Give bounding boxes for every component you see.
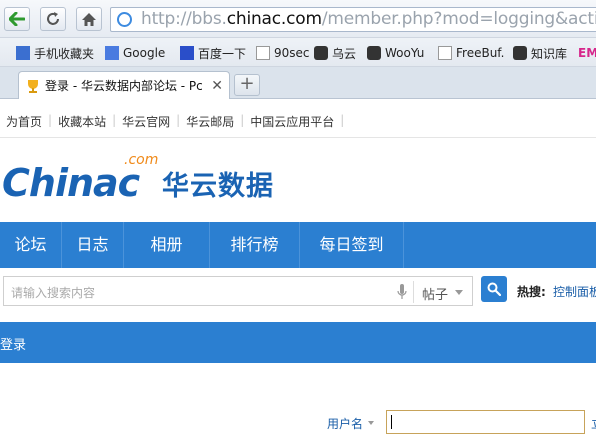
- back-button[interactable]: [4, 7, 30, 31]
- link-separator: |: [340, 113, 345, 127]
- active-tab[interactable]: 登录 - 华云数据内部论坛 - Pc ✕: [18, 71, 230, 99]
- main-navigation: 论坛 日志 相册 排行榜 每日签到: [0, 222, 596, 268]
- bookmark-item[interactable]: WooYu: [367, 44, 424, 62]
- chevron-down-icon[interactable]: [368, 421, 374, 425]
- logo-chinese-name: 华云数据: [162, 171, 274, 202]
- bookmark-item[interactable]: 手机收藏夹: [16, 44, 94, 62]
- header-logo-area: Chinac .com 华云数据: [0, 139, 596, 222]
- home-icon: [82, 12, 96, 26]
- bookmark-label: FreeBuf.: [456, 46, 505, 60]
- baidu-paw-icon: [180, 46, 194, 60]
- bookmark-label: 百度一下: [198, 46, 247, 61]
- browser-toolbar: http://bbs.chinac.com/member.php?mod=log…: [0, 0, 596, 38]
- top-link[interactable]: 收藏本站: [52, 113, 112, 130]
- nav-item[interactable]: 论坛: [0, 222, 62, 268]
- search-icon: [487, 282, 501, 296]
- text-cursor: [391, 415, 392, 429]
- trophy-favicon-icon: [28, 79, 38, 93]
- google-icon: [105, 46, 119, 60]
- cloud-icon: [314, 46, 328, 60]
- new-tab-button[interactable]: +: [234, 74, 260, 96]
- tab-strip: 登录 - 华云数据内部论坛 - Pc ✕ +: [0, 67, 596, 99]
- username-row: 用户名 立: [0, 404, 596, 444]
- url-text: http://bbs.chinac.com/member.php?mod=log…: [141, 9, 596, 29]
- bookmark-label: WooYu: [385, 46, 425, 60]
- cloud-icon: [367, 46, 381, 60]
- microphone-icon[interactable]: [397, 284, 407, 300]
- bookmark-label: 乌云: [332, 46, 357, 61]
- nav-item[interactable]: 日志: [62, 222, 124, 268]
- phone-icon: [16, 46, 30, 60]
- search-row: 请输入搜索内容 帖子 热搜: 控制面板: [0, 268, 596, 318]
- bookmarks-bar: 手机收藏夹 Google 百度一下 90sec 乌云 WooYu FreeBuf. 知识库 EM: [0, 38, 596, 67]
- top-link[interactable]: 华云邮局: [180, 113, 240, 130]
- username-label-select[interactable]: 用户名: [327, 415, 363, 432]
- nav-item[interactable]: 相册: [124, 222, 210, 268]
- search-divider: [413, 281, 414, 303]
- top-link[interactable]: 为首页: [0, 113, 48, 130]
- chevron-down-icon[interactable]: [455, 290, 463, 295]
- bookmark-item[interactable]: 百度一下: [180, 44, 246, 62]
- bookmark-item[interactable]: 乌云: [314, 44, 356, 62]
- bookmark-item[interactable]: FreeBuf.: [438, 44, 504, 62]
- site-globe-icon: [117, 12, 132, 27]
- page-icon: [438, 46, 452, 60]
- search-button[interactable]: [481, 276, 507, 302]
- bookmark-label: Google: [123, 46, 166, 60]
- home-button[interactable]: [76, 7, 102, 31]
- bookmark-item[interactable]: Google: [105, 44, 165, 62]
- top-links: 为首页 | 收藏本站 | 华云官网 | 华云邮局 | 中国云应用平台 |: [0, 113, 344, 130]
- address-bar[interactable]: http://bbs.chinac.com/member.php?mod=log…: [110, 7, 596, 32]
- login-header-bar: 登录: [0, 322, 596, 363]
- bookmark-label: 知识库: [531, 46, 568, 61]
- tab-title: 登录 - 华云数据内部论坛 - Pc: [45, 79, 203, 93]
- top-link[interactable]: 华云官网: [116, 113, 176, 130]
- site-logo[interactable]: Chinac .com 华云数据: [2, 152, 273, 205]
- username-input[interactable]: [386, 410, 585, 434]
- login-title: 登录: [0, 338, 27, 353]
- back-arrow-icon: [9, 12, 25, 26]
- refresh-icon: [47, 12, 59, 25]
- cloud-icon: [513, 46, 527, 60]
- top-link[interactable]: 中国云应用平台: [244, 113, 340, 130]
- refresh-button[interactable]: [40, 7, 66, 31]
- tab-close-icon[interactable]: ✕: [211, 78, 223, 94]
- bookmark-item[interactable]: 知识库: [513, 44, 567, 62]
- search-type-select[interactable]: 帖子: [422, 284, 448, 303]
- logo-com: .com: [124, 152, 159, 168]
- bookmark-label: 90sec: [274, 46, 310, 60]
- nav-item[interactable]: 每日签到: [300, 222, 404, 268]
- bookmark-label: EM: [578, 46, 596, 60]
- bookmark-item[interactable]: EM: [578, 44, 596, 62]
- page-icon: [256, 46, 270, 60]
- hot-search-link[interactable]: 控制面板: [553, 283, 596, 300]
- logo-text: Chinac: [2, 161, 140, 205]
- hot-search-label: 热搜:: [517, 285, 546, 299]
- side-link-text[interactable]: 立: [591, 415, 596, 432]
- bookmark-item[interactable]: 90sec: [256, 44, 310, 62]
- search-input[interactable]: 请输入搜索内容 帖子: [3, 276, 473, 306]
- bookmark-label: 手机收藏夹: [34, 46, 95, 61]
- search-placeholder: 请输入搜索内容: [11, 286, 96, 300]
- site-top-links-bar: 为首页 | 收藏本站 | 华云官网 | 华云邮局 | 中国云应用平台 |: [0, 100, 596, 138]
- nav-item[interactable]: 排行榜: [210, 222, 300, 268]
